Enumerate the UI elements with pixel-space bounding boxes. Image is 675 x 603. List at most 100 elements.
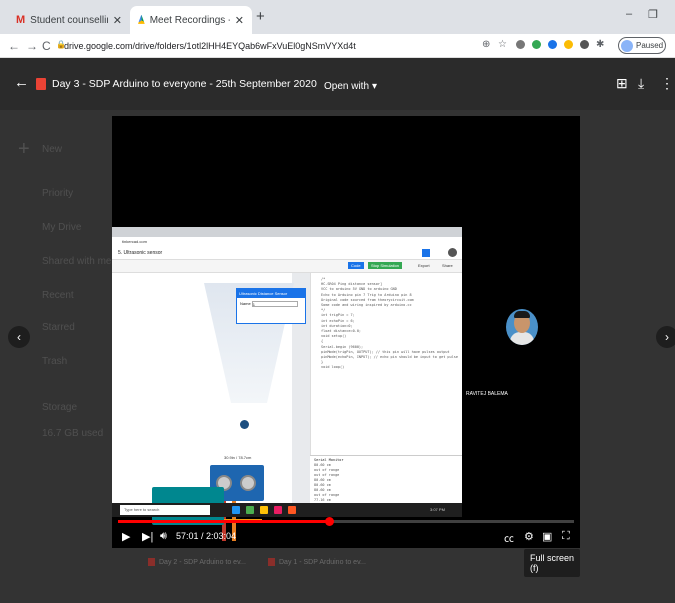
open-with-label: Open with — [324, 80, 370, 92]
panel-name-field: 1 — [251, 301, 298, 307]
bg-sidebar-item: Recent — [42, 290, 74, 301]
miniplayer-icon[interactable]: ▣ — [542, 530, 552, 543]
avatar-hair — [514, 311, 530, 318]
bg-sidebar-item: Priority — [42, 188, 74, 199]
profile-status: Paused — [636, 41, 664, 50]
video-file-icon — [36, 78, 46, 90]
drive-file-viewer: + New Priority My Drive Shared with me R… — [0, 58, 675, 603]
settings-gear-icon[interactable]: ⚙ — [524, 530, 534, 543]
open-with-button[interactable]: Open with ▾ — [318, 76, 384, 96]
serial-monitor: Serial Monitor 80.60 cm out of range out o… — [310, 455, 462, 503]
code-line: pinMode(echoPin, INPUT); // echo pin sho… — [321, 355, 458, 360]
progress-bar[interactable] — [118, 517, 574, 526]
close-tab-icon[interactable]: ✕ — [235, 14, 244, 27]
previous-file-chevron-icon[interactable]: ‹ — [8, 326, 30, 348]
bg-sidebar-item: Shared with me — [42, 256, 112, 267]
tab-student-counselling[interactable]: M Student counselling list update ✕ — [8, 6, 130, 34]
file-title: Day 3 - SDP Arduino to everyone - 25th S… — [52, 78, 317, 90]
bg-sidebar-item: Starred — [42, 322, 75, 333]
bg-file-label: Day 2 - SDP Arduino to ev... — [159, 558, 246, 566]
app-icon — [422, 249, 430, 257]
forward-arrow-icon[interactable]: → — [26, 39, 38, 53]
windows-taskbar: Type here to search 3:07 PM — [112, 503, 462, 517]
more-vert-icon[interactable]: ⋮ — [660, 75, 674, 92]
object-marker — [240, 420, 249, 429]
bg-sidebar-new: New — [42, 144, 63, 155]
download-icon[interactable]: ⤓ — [638, 75, 644, 92]
distance-label: 30.9in / 78.7cm — [224, 455, 252, 460]
captions-icon[interactable]: ㏄ — [504, 530, 514, 545]
circuit-canvas: Ultrasonic Distance Sensor Name 1 30.9in… — [112, 273, 306, 541]
extension-icon[interactable] — [564, 40, 573, 49]
maximize-icon[interactable]: ❐ — [648, 8, 658, 21]
extension-icon[interactable] — [548, 40, 557, 49]
browser-tab-bar: M Student counselling list update ✕ Meet… — [0, 0, 675, 34]
shared-toolbar: Code Stop Simulation Export Share — [112, 260, 462, 273]
close-tab-icon[interactable]: ✕ — [113, 14, 122, 27]
fullscreen-icon[interactable]: ⛶ — [562, 530, 570, 543]
taskbar-app-icon — [246, 506, 254, 514]
profile-paused-button[interactable]: Paused — [618, 37, 666, 54]
tab-meet-recordings[interactable]: Meet Recordings - Google Drive ✕ — [130, 6, 252, 34]
shared-screen: tinkercad.com 5. Ultrasonic sensor Code … — [112, 227, 462, 541]
time-display: 57:01 / 2:03:04 — [176, 531, 237, 541]
bg-file-item: Day 1 - SDP Arduino to ev... — [268, 558, 366, 566]
panel-title: Ultrasonic Distance Sensor — [237, 289, 305, 298]
video-player[interactable]: tinkercad.com 5. Ultrasonic sensor Code … — [112, 116, 580, 577]
url-input[interactable]: drive.google.com/drive/folders/1otl2lHH4… — [64, 41, 356, 51]
project-title: 5. Ultrasonic sensor — [118, 250, 163, 256]
panel-name-value: 1 — [252, 302, 256, 307]
google-drive-icon — [138, 14, 145, 24]
avatar-body — [510, 332, 534, 345]
share-button: Share — [442, 263, 453, 268]
progress-scrubber[interactable] — [325, 517, 335, 526]
code-line: void loop() — [321, 365, 345, 370]
taskbar-app-icon — [288, 506, 296, 514]
extension-icon[interactable] — [532, 40, 541, 49]
reload-icon[interactable]: C — [42, 39, 51, 53]
video-file-icon — [268, 558, 275, 566]
volume-icon[interactable]: 🔊︎ — [160, 530, 167, 543]
video-file-icon — [148, 558, 155, 566]
fullscreen-tooltip: Full screen (f) — [524, 549, 580, 577]
player-controls: ▶ ▶| 🔊︎ 57:01 / 2:03:04 ㏄ ⚙ ▣ ⛶ — [112, 517, 580, 550]
gmail-icon: M — [16, 14, 26, 26]
extension-icon[interactable] — [516, 40, 525, 49]
avatar — [448, 248, 457, 257]
extension-icon[interactable] — [580, 40, 589, 49]
bg-file-item: Day 2 - SDP Arduino to ev... — [148, 558, 246, 566]
panel-name-label: Name — [240, 301, 251, 307]
minimize-icon[interactable]: – — [626, 8, 632, 20]
caret-down-icon: ▾ — [372, 80, 378, 92]
next-file-chevron-icon[interactable]: › — [656, 326, 675, 348]
participant-avatar — [506, 309, 538, 345]
taskbar-app-icon — [260, 506, 268, 514]
code-button: Code — [348, 262, 364, 269]
progress-fill — [118, 520, 330, 523]
avatar — [621, 39, 633, 52]
new-tab-button[interactable]: + — [256, 8, 265, 25]
shared-address-bar: tinkercad.com — [112, 237, 462, 246]
code-editor: /* HC-SR04 Ping distance sensor] VCC to … — [310, 273, 462, 455]
extensions-puzzle-icon[interactable]: ✱ — [596, 39, 604, 50]
participant-camera: RAVITEJ BALEMA — [462, 269, 580, 404]
taskbar-app-icon — [232, 506, 240, 514]
taskbar-time: 3:07 PM — [430, 507, 445, 512]
tab-label: Student counselling list update — [30, 14, 108, 26]
next-icon[interactable]: ▶| — [142, 530, 153, 543]
bg-sidebar-item: Trash — [42, 356, 68, 367]
back-arrow-icon[interactable]: ← — [14, 74, 29, 91]
bg-file-label: Day 1 - SDP Arduino to ev... — [279, 558, 366, 566]
new-plus-icon: + — [18, 138, 30, 160]
extension-icon[interactable]: ⊕ — [482, 39, 490, 50]
bg-storage-used: 16.7 GB used — [42, 428, 104, 439]
bookmark-star-icon[interactable]: ☆ — [498, 39, 507, 50]
taskbar-app-icon — [274, 506, 282, 514]
back-arrow-icon[interactable]: ← — [8, 39, 20, 53]
play-icon[interactable]: ▶ — [122, 530, 130, 543]
component-panel: Ultrasonic Distance Sensor Name 1 — [236, 288, 306, 324]
sensor-eye — [240, 475, 256, 491]
taskbar-search: Type here to search — [120, 505, 210, 515]
add-to-drive-icon[interactable]: ⊞ — [616, 75, 628, 92]
bg-sidebar-item: Storage — [42, 402, 78, 413]
